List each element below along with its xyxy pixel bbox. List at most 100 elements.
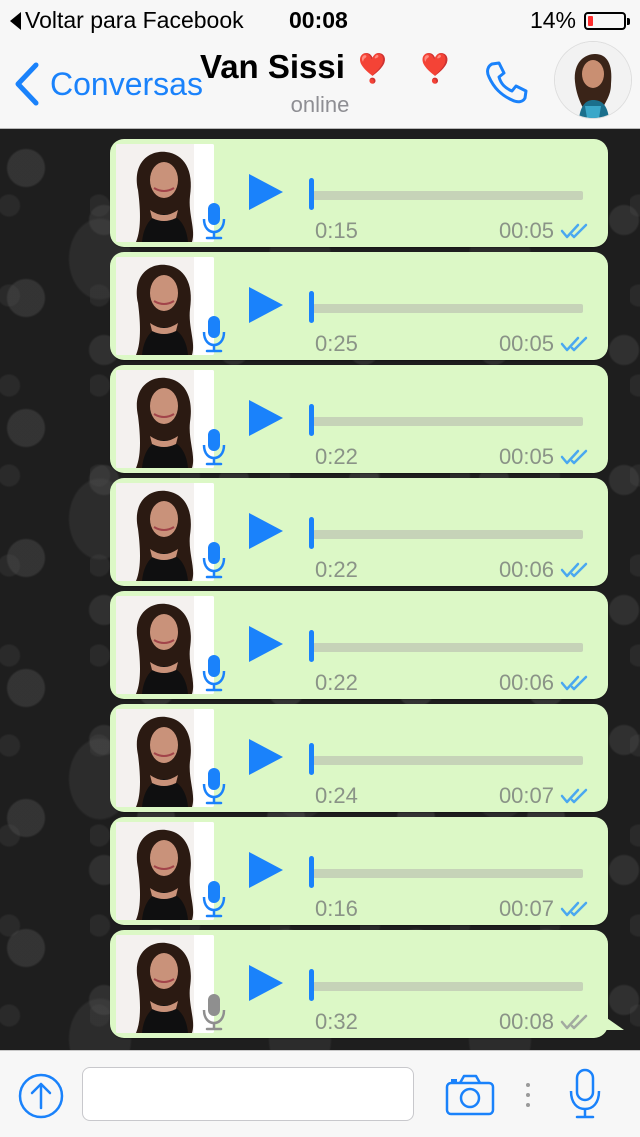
sender-avatar <box>116 370 214 468</box>
audio-duration: 0:15 <box>315 218 358 243</box>
audio-progress-track[interactable] <box>313 643 583 652</box>
audio-progress-track[interactable] <box>313 756 583 765</box>
voice-message[interactable]: 0:22 00:06 <box>110 591 608 699</box>
chevron-left-icon <box>15 62 39 106</box>
back-button[interactable]: Conversas <box>14 62 203 106</box>
camera-button[interactable] <box>444 1073 496 1122</box>
sender-photo <box>116 709 214 807</box>
return-app-label: Voltar para Facebook <box>25 7 244 33</box>
read-receipt-icon <box>560 448 592 471</box>
audio-duration: 0:32 <box>315 1009 358 1034</box>
message-time: 00:05 <box>498 331 554 356</box>
contact-name-row: Van Sissi ❣️ ❣️ <box>200 48 452 86</box>
sender-photo <box>116 370 214 468</box>
audio-progress-track[interactable] <box>313 982 583 991</box>
return-to-app-link[interactable]: Voltar para Facebook <box>10 7 244 34</box>
contact-status: online <box>290 92 350 117</box>
audio-duration: 0:22 <box>315 557 358 582</box>
audio-scrubber-handle[interactable] <box>309 743 314 775</box>
voice-message[interactable]: 0:32 00:08 <box>110 930 624 1038</box>
voice-message[interactable]: 0:24 00:07 <box>110 704 608 812</box>
audio-scrubber-handle[interactable] <box>309 291 314 323</box>
sender-avatar <box>116 257 214 355</box>
audio-duration: 0:22 <box>315 444 358 469</box>
contact-emoji: ❣️ ❣️ <box>354 53 463 84</box>
chat-area[interactable]: 0:15 00:05 0:25 00:05 0:22 00:05 0:22 00… <box>0 129 640 1050</box>
microphone-icon <box>202 879 226 924</box>
sender-avatar <box>116 935 214 1033</box>
sender-photo <box>116 257 214 355</box>
status-bar: Voltar para Facebook 00:08 14% <box>0 0 640 40</box>
play-icon[interactable] <box>249 626 283 662</box>
microphone-icon <box>202 992 226 1037</box>
message-time: 00:06 <box>498 557 554 582</box>
message-time: 00:08 <box>498 1009 554 1034</box>
sender-photo <box>116 144 214 242</box>
voice-message[interactable]: 0:22 00:05 <box>110 365 608 473</box>
battery-percent: 14% <box>529 7 576 33</box>
voice-message[interactable]: 0:15 00:05 <box>110 139 608 247</box>
read-receipt-icon <box>560 674 592 697</box>
phone-icon <box>486 61 528 104</box>
voice-message[interactable]: 0:22 00:06 <box>110 478 608 586</box>
read-receipt-icon <box>560 787 592 810</box>
sender-photo <box>116 935 214 1033</box>
audio-scrubber-handle[interactable] <box>309 969 314 1001</box>
nav-bar: Conversas Van Sissi ❣️ ❣️ online <box>0 40 640 129</box>
back-label: Conversas <box>50 65 203 102</box>
audio-scrubber-handle[interactable] <box>309 404 314 436</box>
play-icon[interactable] <box>249 287 283 323</box>
play-icon[interactable] <box>249 513 283 549</box>
audio-scrubber-handle[interactable] <box>309 630 314 662</box>
divider-dots <box>524 1081 532 1114</box>
microphone-icon <box>202 314 226 359</box>
message-time: 00:06 <box>498 670 554 695</box>
voice-message[interactable]: 0:16 00:07 <box>110 817 608 925</box>
avatar-photo <box>555 42 631 118</box>
audio-progress-track[interactable] <box>313 417 583 426</box>
read-receipt-icon <box>560 1013 592 1036</box>
battery-icon <box>584 11 630 30</box>
read-receipt-icon <box>560 900 592 923</box>
battery-fill <box>588 15 593 26</box>
microphone-icon <box>202 766 226 811</box>
audio-progress-track[interactable] <box>313 530 583 539</box>
play-icon[interactable] <box>249 739 283 775</box>
vertical-dots-icon <box>526 1083 530 1107</box>
microphone-icon <box>202 540 226 585</box>
sender-avatar <box>116 822 214 920</box>
sender-avatar <box>116 144 214 242</box>
audio-duration: 0:24 <box>315 783 358 808</box>
audio-scrubber-handle[interactable] <box>309 178 314 210</box>
audio-progress-track[interactable] <box>313 191 583 200</box>
contact-info[interactable]: Van Sissi ❣️ ❣️ online <box>200 48 452 118</box>
play-icon[interactable] <box>249 852 283 888</box>
message-time: 00:05 <box>498 218 554 243</box>
upload-arrow-icon <box>18 1073 64 1119</box>
clock: 00:08 <box>289 7 348 33</box>
message-time: 00:05 <box>498 444 554 469</box>
contact-avatar[interactable] <box>555 42 631 118</box>
audio-duration: 0:16 <box>315 896 358 921</box>
camera-icon <box>445 1074 495 1116</box>
back-triangle-icon <box>10 11 21 30</box>
voice-message[interactable]: 0:25 00:05 <box>110 252 608 360</box>
sender-avatar <box>116 709 214 807</box>
play-icon[interactable] <box>249 174 283 210</box>
play-icon[interactable] <box>249 400 283 436</box>
audio-progress-track[interactable] <box>313 869 583 878</box>
audio-duration: 0:25 <box>315 331 358 356</box>
read-receipt-icon <box>560 222 592 245</box>
call-button[interactable] <box>482 58 530 111</box>
attach-button[interactable] <box>17 1072 65 1125</box>
audio-scrubber-handle[interactable] <box>309 856 314 888</box>
voice-record-button[interactable] <box>567 1067 603 1126</box>
play-icon[interactable] <box>249 965 283 1001</box>
microphone-icon <box>202 653 226 698</box>
message-input[interactable] <box>82 1067 414 1121</box>
audio-duration: 0:22 <box>315 670 358 695</box>
message-time: 00:07 <box>498 896 554 921</box>
sender-avatar <box>116 596 214 694</box>
audio-progress-track[interactable] <box>313 304 583 313</box>
audio-scrubber-handle[interactable] <box>309 517 314 549</box>
